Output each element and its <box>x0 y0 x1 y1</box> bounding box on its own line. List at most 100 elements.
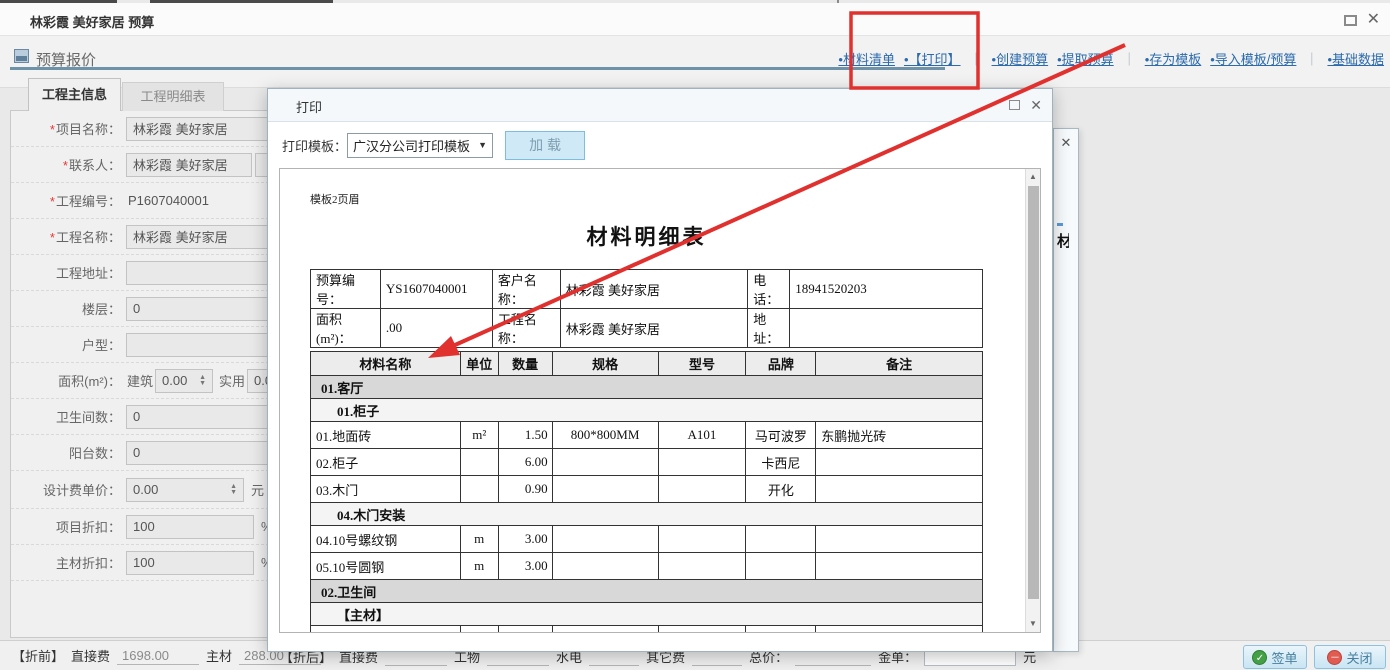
section-underline <box>10 67 945 70</box>
cell-model <box>658 526 746 553</box>
close-icon[interactable]: ✕ <box>1054 135 1078 151</box>
tab-main-info[interactable]: 工程主信息 <box>28 78 121 111</box>
col-quantity: 数量 <box>498 352 552 376</box>
window-title: 林彩霞 美好家居 预算 <box>30 12 154 31</box>
required-mark: * <box>50 122 55 137</box>
load-button[interactable]: 加 载 <box>505 131 585 160</box>
material-row: 04.10号螺纹钢m3.00 <box>311 526 983 553</box>
close-button[interactable]: － 关闭 <box>1314 645 1386 669</box>
cell-qty: 3.00 <box>498 553 552 580</box>
link-base-data[interactable]: •基础数据 <box>1327 49 1384 68</box>
field-label: 阳台数： <box>11 443 121 462</box>
building-area-label: 建筑 <box>127 371 153 390</box>
customer-label: 客户名称： <box>492 270 560 309</box>
scroll-down-icon[interactable]: ▼ <box>1026 616 1040 632</box>
info-row: 预算编号： YS1607040001 客户名称： 林彩霞 美好家居 电话： 18… <box>311 270 983 309</box>
tab-detail-table[interactable]: 工程明细表 <box>122 82 224 111</box>
area-label: 面积(m²)： <box>311 309 381 348</box>
field-label: 项目名称： <box>56 122 121 137</box>
design-fee-stepper[interactable]: 0.00 ▲▼ <box>126 478 244 502</box>
maximize-icon[interactable] <box>1344 15 1357 26</box>
material-row: 03.木门0.90开化 <box>311 476 983 503</box>
cell-qty: 5.00 <box>498 626 552 633</box>
material-row: 05.10号圆钢m3.00 <box>311 553 983 580</box>
scrollbar-thumb[interactable] <box>1028 186 1039 599</box>
required-mark: * <box>50 194 55 209</box>
link-print[interactable]: •【打印】 <box>904 49 961 68</box>
col-note: 备注 <box>816 352 983 376</box>
field-label: 工程地址： <box>11 263 121 282</box>
group-label: 01.柜子 <box>311 399 983 422</box>
water-elec-value <box>589 650 639 666</box>
print-template-select[interactable]: 广汉分公司打印模板 ▼ <box>347 133 493 158</box>
cell-note <box>816 526 983 553</box>
field-label: 卫生间数： <box>11 407 121 426</box>
material-discount-input[interactable]: 100 <box>126 551 254 575</box>
report-icon <box>14 49 29 63</box>
design-fee-unit: 元 <box>251 480 264 499</box>
link-create-budget[interactable]: •创建预算 <box>992 49 1049 68</box>
cell-note: 东鹏抛光砖 <box>816 422 983 449</box>
link-extract-budget[interactable]: •提取预算 <box>1057 49 1114 68</box>
cell-name: 02.柜子 <box>311 449 461 476</box>
link-material-list[interactable]: •材料清单 <box>838 49 895 68</box>
scroll-up-icon[interactable]: ▲ <box>1026 169 1040 185</box>
field-label: 联系人： <box>69 158 121 173</box>
project-discount-input[interactable]: 100 <box>126 515 254 539</box>
material-table: 材料名称 单位 数量 规格 型号 品牌 备注 01.客厅01.柜子01.地面砖m… <box>310 351 983 632</box>
direct-fee-value: 1698.00 <box>117 648 199 665</box>
cell-name: 04.10号螺纹钢 <box>311 526 461 553</box>
cell-brand: 卡西尼 <box>746 449 816 476</box>
cell-unit <box>460 449 498 476</box>
group-label: 【主材】 <box>311 603 983 626</box>
phone-value: 18941520203 <box>790 270 983 309</box>
cell-note <box>816 476 983 503</box>
info-row: 面积(m²)： .00 工程名称： 林彩霞 美好家居 地址： <box>311 309 983 348</box>
cell-spec <box>552 449 658 476</box>
col-spec: 规格 <box>552 352 658 376</box>
cell-brand <box>746 526 816 553</box>
material-row: 01.暗拉手系列450128只5.00450256名门光/沙银 <box>311 626 983 633</box>
link-separator: ｜ <box>1123 49 1136 68</box>
col-model: 型号 <box>658 352 746 376</box>
stepper-arrows-icon[interactable]: ▲▼ <box>199 375 206 387</box>
post-direct-value <box>385 650 447 666</box>
obscured-dialog: ✕ 材 <box>1053 128 1079 652</box>
cell-note <box>816 553 983 580</box>
group-label: 04.木门安装 <box>311 503 983 526</box>
cell-model <box>658 553 746 580</box>
cell-spec: 800*800MM <box>552 422 658 449</box>
customer-value: 林彩霞 美好家居 <box>560 270 748 309</box>
maximize-icon[interactable] <box>1009 100 1020 110</box>
direct-fee-label: 直接费 <box>71 646 110 665</box>
cell-unit: m <box>460 526 498 553</box>
cell-model <box>658 449 746 476</box>
cell-spec: 450256 <box>552 626 658 633</box>
link-save-template[interactable]: •存为模板 <box>1145 49 1202 68</box>
stepper-arrows-icon[interactable]: ▲▼ <box>230 484 237 496</box>
print-dialog-titlebar[interactable]: 打印 ✕ <box>268 89 1052 122</box>
link-import-template[interactable]: •导入模板/预算 <box>1210 49 1296 68</box>
obscured-dialog-content-fragment: 材 <box>1057 223 1069 251</box>
close-icon[interactable]: ✕ <box>1030 98 1042 112</box>
sign-button[interactable]: ✓ 签单 <box>1243 645 1307 669</box>
address-label: 地址： <box>748 309 790 348</box>
field-label: 设计费单价： <box>11 480 121 499</box>
group-label: 02.卫生间 <box>311 580 983 603</box>
cell-name: 01.地面砖 <box>311 422 461 449</box>
cell-qty: 3.00 <box>498 526 552 553</box>
required-mark: * <box>63 158 68 173</box>
chevron-down-icon: ▼ <box>478 140 487 150</box>
document-title: 材料明细表 <box>310 221 983 251</box>
cell-model <box>658 476 746 503</box>
material-group-row: 【主材】 <box>311 603 983 626</box>
building-area-stepper[interactable]: 0.00 ▲▼ <box>155 369 213 393</box>
field-label: 项目折扣： <box>11 517 121 536</box>
document-page: 模板2页眉 材料明细表 预算编号： YS1607040001 客户名称： 林彩霞… <box>280 169 1025 632</box>
preview-scrollbar[interactable]: ▲ ▼ <box>1025 169 1040 632</box>
check-icon: ✓ <box>1252 650 1267 665</box>
contact-input[interactable]: 林彩霞 美好家居 <box>126 153 252 177</box>
print-dialog-toolbar: 打印模板： 广汉分公司打印模板 ▼ 加 载 <box>268 123 1052 167</box>
close-icon[interactable]: ✕ <box>1367 13 1380 27</box>
cell-qty: 6.00 <box>498 449 552 476</box>
